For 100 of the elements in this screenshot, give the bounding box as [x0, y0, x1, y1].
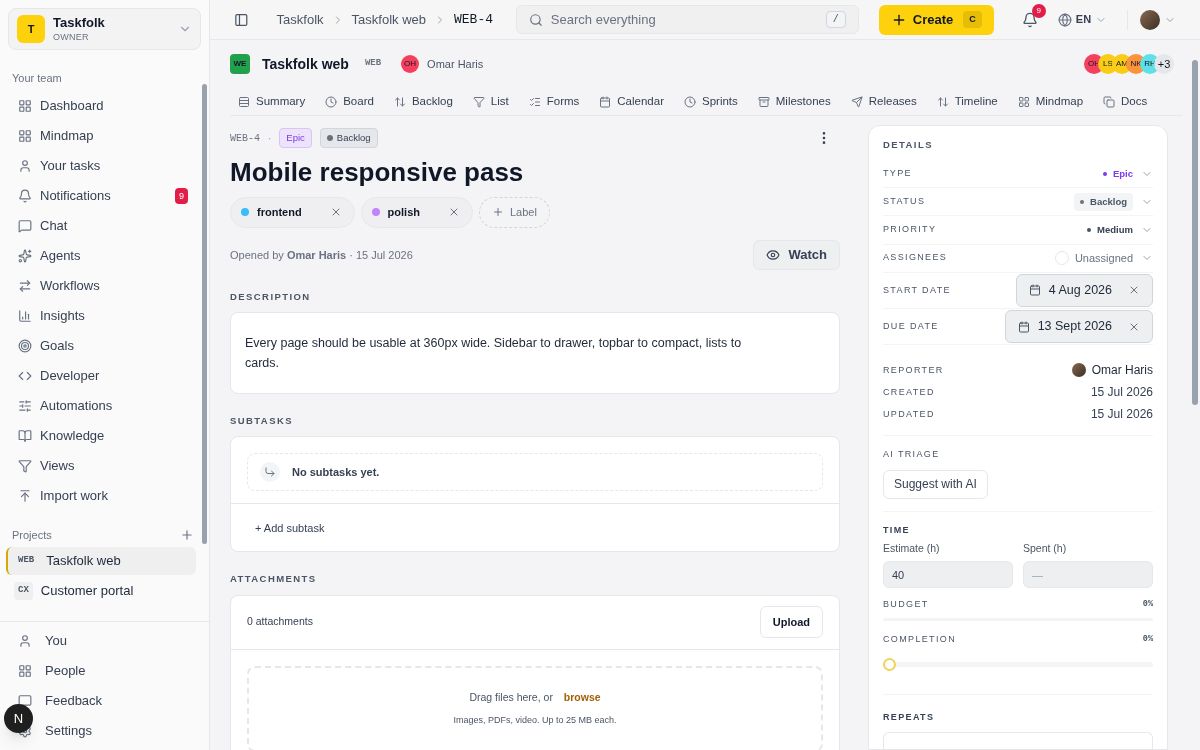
completion-slider[interactable] — [883, 658, 1153, 670]
watch-button[interactable]: Watch — [753, 239, 840, 270]
arrows-icon — [18, 278, 32, 293]
search-field[interactable]: Search everything — [550, 9, 818, 30]
tab[interactable]: Forms — [520, 92, 588, 111]
sidebar-item[interactable]: Knowledge — [6, 420, 200, 451]
project-item[interactable]: WEB Taskfolk web — [6, 547, 196, 575]
upload-button[interactable]: Upload — [759, 606, 823, 638]
project-item[interactable]: CX Customer portal — [6, 577, 196, 605]
tab[interactable]: Board — [317, 92, 382, 111]
tab[interactable]: Calendar — [591, 92, 672, 111]
sidebar-item[interactable]: Views — [6, 450, 200, 481]
clock-icon — [684, 95, 696, 108]
breadcrumb[interactable]: Taskfolk — [276, 9, 324, 30]
chat-icon — [18, 694, 32, 708]
drop-zone[interactable]: Drag files here, or browse Images, PDFs, video. Up to 25 MB each. — [247, 665, 823, 750]
section-heading: Projects — [12, 527, 52, 543]
sidebar-item[interactable]: Notifications 9 — [6, 180, 200, 211]
type-badge: Epic — [279, 128, 312, 149]
sidebar-item[interactable]: Dashboard — [6, 90, 200, 121]
tab[interactable]: Mindmap — [1009, 92, 1092, 111]
priority-value[interactable]: Medium — [1087, 222, 1133, 238]
separator: · — [268, 131, 272, 146]
field-label: REPORTER — [883, 363, 944, 377]
sidebar-item[interactable]: People — [39, 656, 209, 686]
tab[interactable]: Sprints — [676, 92, 746, 111]
avatar-menu[interactable] — [1140, 9, 1176, 30]
field-label: START DATE — [883, 283, 951, 297]
sidebar-item[interactable]: Insights — [6, 300, 200, 331]
shortcut-key: C — [963, 10, 982, 29]
sidebar-item[interactable]: You — [39, 626, 209, 656]
issue-key: WEB-4 — [230, 130, 260, 146]
estimate-field[interactable]: 40 — [883, 561, 1013, 589]
section-heading: REPEATS — [883, 710, 936, 724]
suggest-ai-button[interactable]: Suggest with AI — [883, 469, 988, 499]
project-name: Taskfolk web — [46, 552, 121, 571]
project-code: CX — [14, 582, 33, 600]
sidebar-item[interactable]: Feedback — [39, 686, 209, 716]
field-label: COMPLETION — [883, 632, 956, 646]
clock-icon — [325, 95, 338, 108]
floating-action-button[interactable]: N — [4, 704, 33, 733]
attachment-count: 0 attachments — [247, 614, 313, 630]
sidebar-item[interactable]: Goals — [6, 330, 200, 361]
section-heading: TIME — [883, 523, 911, 537]
user-icon — [18, 634, 32, 648]
tab[interactable]: Milestones — [749, 92, 839, 111]
notifications-icon[interactable] — [1021, 11, 1038, 28]
workspace-switcher[interactable]: T Taskfolk OWNER — [8, 8, 201, 50]
send-icon — [850, 95, 863, 108]
breadcrumb: WEB-4 — [454, 10, 493, 29]
date-field[interactable]: 13 Sept 2026 — [1004, 310, 1153, 344]
reporter-name: Omar Haris — [1091, 362, 1153, 380]
tab[interactable]: Timeline — [928, 92, 1006, 111]
section-heading: DESCRIPTION — [230, 289, 312, 304]
assignee-value[interactable]: Unassigned — [1054, 249, 1133, 267]
type-value[interactable]: Epic — [1102, 166, 1133, 181]
status-value[interactable]: Backlog — [1074, 192, 1133, 212]
rows-icon — [238, 95, 250, 108]
date-field[interactable]: 4 Aug 2026 — [1015, 273, 1153, 307]
project-name: Customer portal — [40, 582, 134, 601]
language-selector[interactable]: EN — [1057, 11, 1108, 28]
breadcrumb[interactable]: Taskfolk web — [351, 9, 426, 30]
grid-icon — [1017, 95, 1030, 108]
status-badge: Backlog — [319, 128, 378, 149]
count-badge: 9 — [175, 187, 188, 204]
tab[interactable]: Summary — [230, 92, 314, 111]
sidebar-toggle-icon[interactable] — [234, 11, 249, 28]
tab[interactable]: Releases — [842, 92, 925, 111]
repeats-field[interactable] — [883, 732, 1153, 749]
sidebar-item[interactable]: Agents — [6, 240, 200, 271]
tab[interactable]: List — [464, 92, 517, 111]
updated-date: 15 Jul 2026 — [1090, 406, 1153, 424]
sidebar-item[interactable]: Developer — [6, 360, 200, 391]
workspace-role: OWNER — [53, 31, 90, 43]
sidebar-item[interactable]: Import work — [6, 480, 200, 511]
field-label: BUDGET — [883, 598, 929, 612]
field-label: TYPE — [883, 167, 912, 181]
project-code: WEB — [364, 57, 382, 71]
sidebar-item[interactable]: Workflows — [6, 270, 200, 301]
empty-text: No subtasks yet. — [292, 465, 380, 480]
add-subtask-link[interactable]: + Add subtask — [255, 519, 325, 536]
slider-thumb[interactable] — [883, 657, 896, 671]
sidebar-item[interactable]: Mindmap — [6, 120, 200, 151]
sidebar-item[interactable]: Automations — [6, 390, 200, 421]
tab[interactable]: Backlog — [385, 92, 461, 111]
sidebar-item[interactable]: Settings — [39, 716, 209, 746]
calendar-icon — [599, 95, 612, 108]
project-title: Taskfolk web — [262, 54, 349, 74]
sidebar-item[interactable]: Your tasks — [6, 150, 200, 181]
search-box[interactable]: Search everything / — [515, 5, 859, 34]
create-button[interactable]: Create C — [878, 4, 994, 35]
calendar-icon — [1028, 284, 1041, 297]
sidebar-item[interactable]: Chat — [6, 210, 200, 241]
tab[interactable]: Docs — [1095, 92, 1156, 111]
add-icon[interactable] — [180, 527, 194, 542]
field-label: Estimate (h) — [883, 541, 941, 557]
sort-icon — [936, 95, 949, 108]
spent-field[interactable]: — — [1023, 561, 1153, 589]
search-icon — [528, 12, 543, 27]
subtask-icon — [260, 462, 280, 483]
